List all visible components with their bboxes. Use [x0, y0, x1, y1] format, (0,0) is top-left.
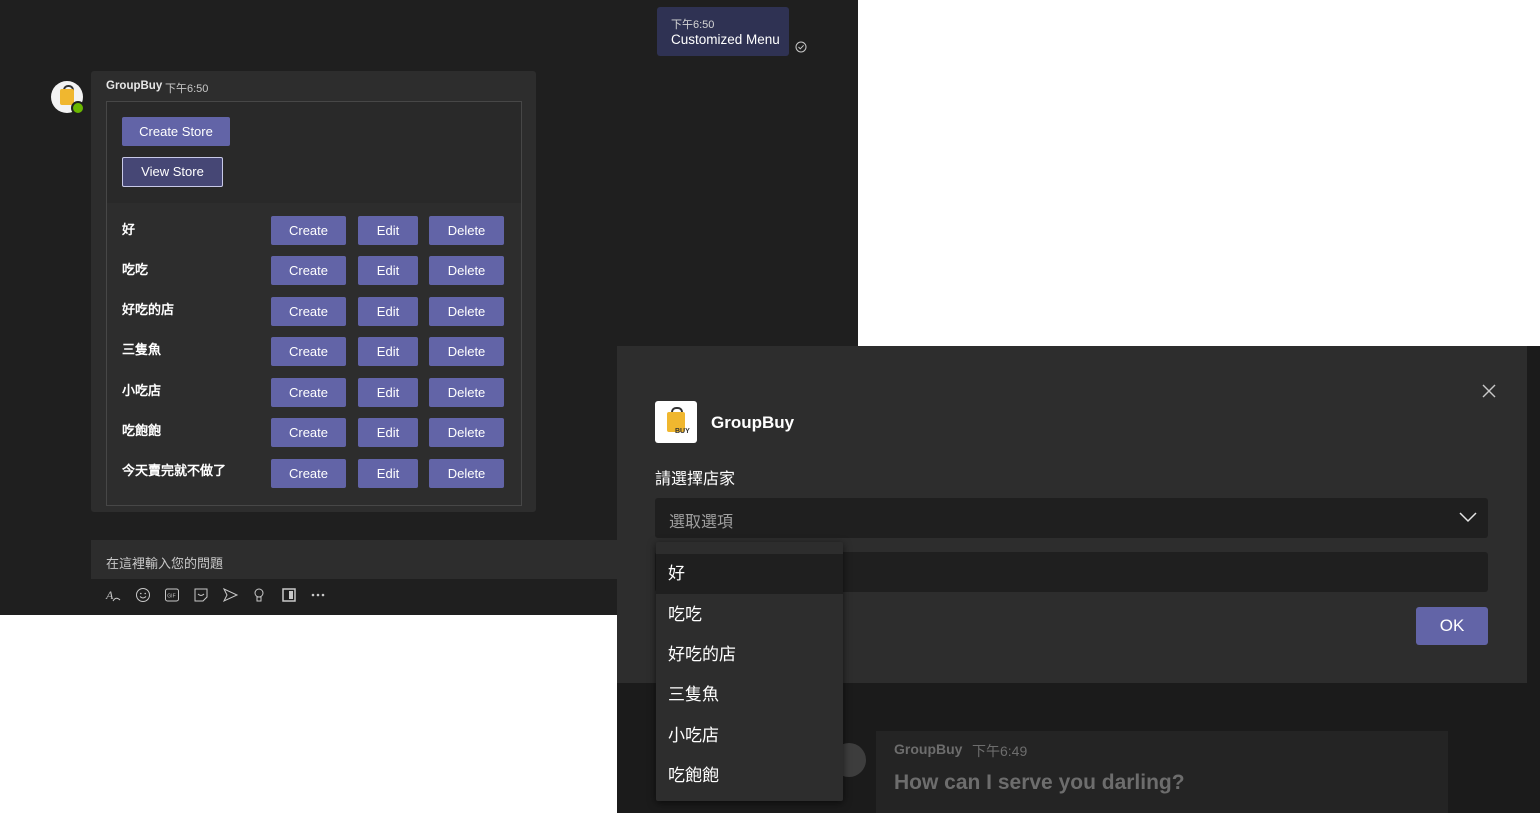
- bot-message: GroupBuy 下午6:50 Create Store View Store …: [91, 71, 536, 512]
- edit-button[interactable]: Edit: [358, 459, 418, 488]
- edit-button[interactable]: Edit: [358, 418, 418, 447]
- create-button[interactable]: Create: [271, 297, 346, 326]
- dropdown-option[interactable]: 三隻魚: [656, 675, 843, 715]
- store-name: 吃飽飽: [122, 423, 162, 438]
- store-name: 小吃店: [122, 383, 162, 398]
- create-button[interactable]: Create: [271, 418, 346, 447]
- store-name: 三隻魚: [122, 342, 162, 357]
- edit-button[interactable]: Edit: [358, 216, 418, 245]
- bot-avatar[interactable]: [51, 81, 85, 115]
- more-options-icon[interactable]: [309, 586, 327, 604]
- meet-icon[interactable]: [221, 586, 239, 604]
- adaptive-card: Create Store View Store 好 Create Edit De…: [106, 101, 522, 506]
- delete-button[interactable]: Delete: [429, 297, 504, 326]
- delete-button[interactable]: Delete: [429, 337, 504, 366]
- sent-message[interactable]: 下午6:50 Customized Menu: [657, 7, 789, 56]
- create-button[interactable]: Create: [271, 378, 346, 407]
- delete-button[interactable]: Delete: [429, 378, 504, 407]
- store-dropdown-list: 好 吃吃 好吃的店 三隻魚 小吃店 吃飽飽: [656, 542, 843, 801]
- create-button[interactable]: Create: [271, 216, 346, 245]
- svg-text:GIF: GIF: [167, 594, 175, 600]
- dropdown-option[interactable]: 好: [656, 554, 843, 594]
- background-message-time: 下午6:49: [972, 743, 1028, 759]
- sent-message-time: 下午6:50: [671, 19, 715, 31]
- delete-button[interactable]: Delete: [429, 459, 504, 488]
- background-message-sender: GroupBuy: [894, 741, 963, 757]
- chevron-down-icon: [1459, 512, 1477, 523]
- edit-button[interactable]: Edit: [358, 297, 418, 326]
- edit-button[interactable]: Edit: [358, 256, 418, 285]
- emoji-icon[interactable]: [134, 586, 152, 604]
- background-message: GroupBuy 下午6:49 How can I serve you darl…: [876, 731, 1448, 813]
- store-select[interactable]: 選取選項: [655, 498, 1488, 538]
- compose-placeholder: 在這裡輸入您的問題: [106, 556, 224, 571]
- create-button[interactable]: Create: [271, 459, 346, 488]
- app-logo: BUY: [655, 401, 697, 443]
- app-icon[interactable]: [280, 586, 298, 604]
- edit-button[interactable]: Edit: [358, 378, 418, 407]
- select-placeholder: 選取選項: [669, 514, 734, 531]
- edit-button[interactable]: Edit: [358, 337, 418, 366]
- sent-message-text: Customized Menu: [671, 32, 780, 47]
- store-name: 今天賣完就不做了: [122, 463, 227, 478]
- create-button[interactable]: Create: [271, 337, 346, 366]
- gif-icon[interactable]: GIF: [163, 586, 181, 604]
- message-time: 下午6:50: [165, 83, 209, 95]
- sticker-icon[interactable]: [192, 586, 210, 604]
- praise-icon[interactable]: [250, 586, 268, 604]
- view-store-button[interactable]: View Store: [122, 157, 223, 187]
- dropdown-option[interactable]: 好吃的店: [656, 635, 843, 675]
- close-icon[interactable]: [1481, 383, 1497, 399]
- store-name: 吃吃: [122, 262, 149, 277]
- ok-button[interactable]: OK: [1416, 607, 1488, 645]
- create-store-button[interactable]: Create Store: [122, 117, 230, 146]
- logo-text: BUY: [675, 428, 690, 435]
- dropdown-option[interactable]: 小吃店: [656, 716, 843, 756]
- dropdown-option[interactable]: 吃吃: [656, 595, 843, 635]
- card-header: Create Store View Store: [107, 102, 521, 203]
- delete-button[interactable]: Delete: [429, 216, 504, 245]
- store-name: 好: [122, 222, 136, 237]
- dropdown-option[interactable]: 吃飽飽: [656, 756, 843, 796]
- format-icon[interactable]: A: [104, 586, 122, 604]
- store-select-label: 請選擇店家: [655, 471, 736, 488]
- create-button[interactable]: Create: [271, 256, 346, 285]
- delete-button[interactable]: Delete: [429, 256, 504, 285]
- compose-box[interactable]: 在這裡輸入您的問題: [91, 540, 617, 579]
- svg-text:A: A: [105, 588, 114, 602]
- online-status-icon: [71, 101, 85, 115]
- dialog-app-name: GroupBuy: [711, 413, 795, 432]
- store-name: 好吃的店: [122, 302, 175, 317]
- message-sender: GroupBuy: [106, 80, 163, 92]
- delete-button[interactable]: Delete: [429, 418, 504, 447]
- background-message-text: How can I serve you darling?: [894, 771, 1185, 794]
- read-check-icon: [795, 41, 807, 53]
